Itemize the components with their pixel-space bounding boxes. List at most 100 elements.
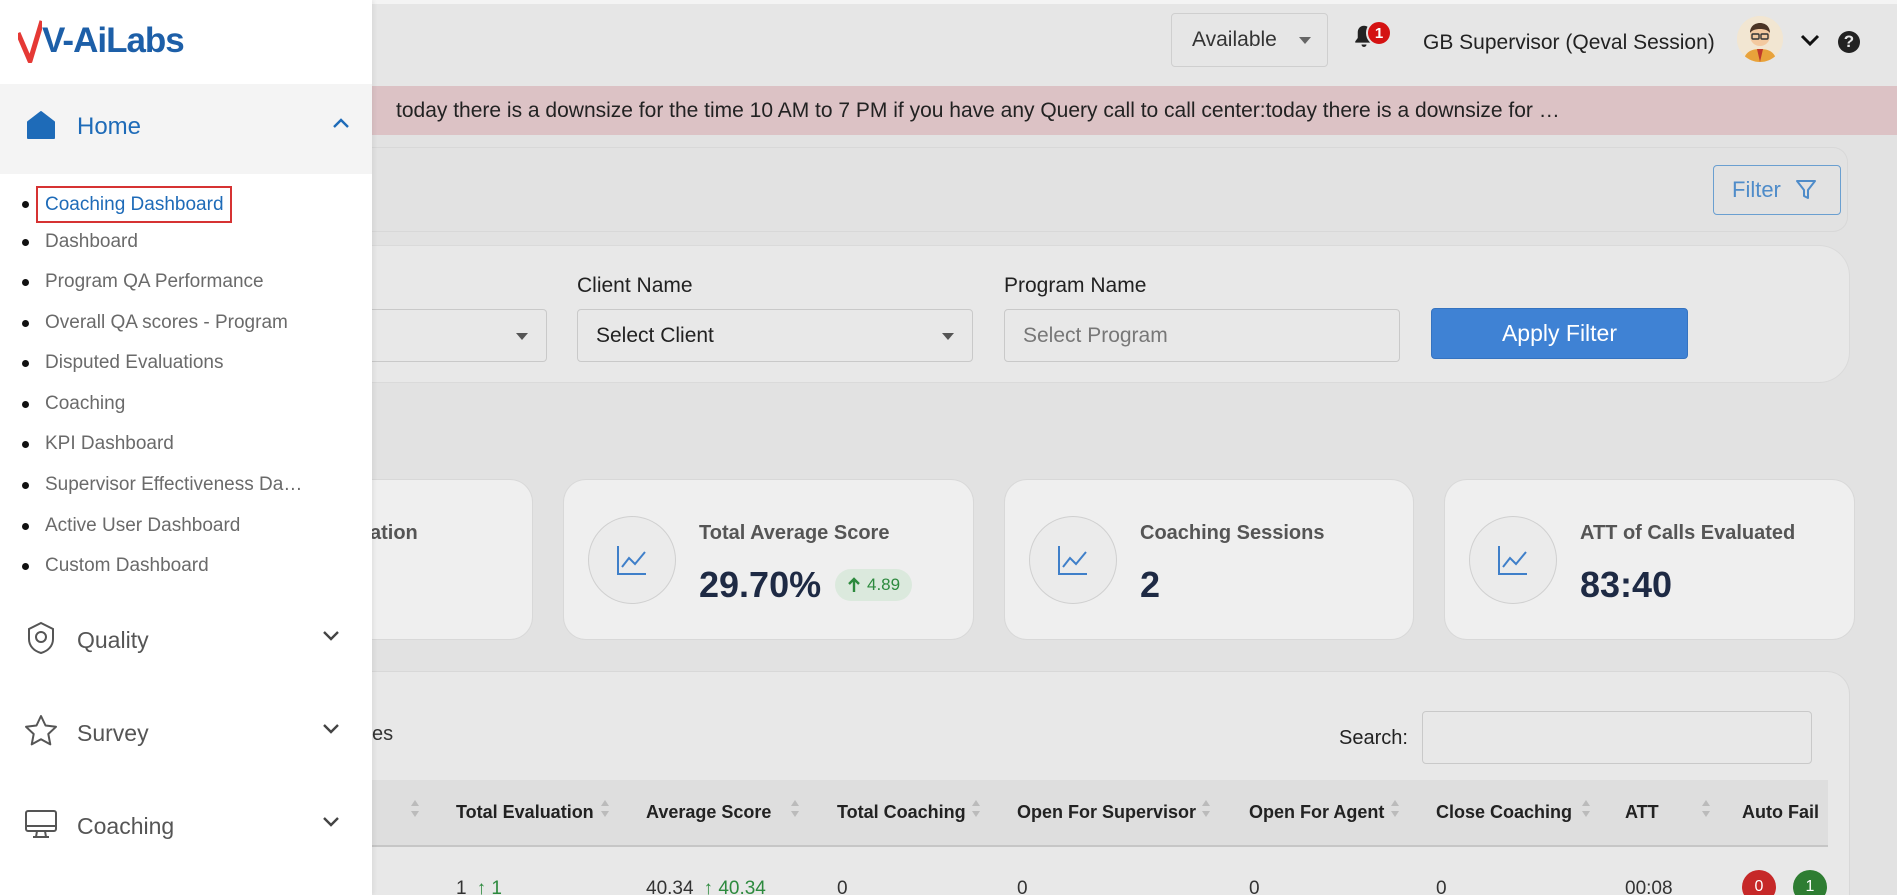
sidebar-subitem-label: Coaching [45,393,126,414]
sidebar-item-survey[interactable]: Survey [0,698,372,768]
chevron-down-icon[interactable] [1799,32,1821,48]
sidebar-subitem-coaching-dashboard[interactable]: Coaching Dashboard [22,186,232,223]
sort-icon[interactable] [1391,800,1401,822]
column-header-open-for-supervisor[interactable]: Open For Supervisor [1017,802,1196,823]
sidebar-item-label: Survey [77,720,149,746]
home-icon [27,111,55,139]
program-name-label: Program Name [1004,274,1147,297]
filter-button[interactable]: Filter [1713,165,1841,215]
cell-delta-value: 1 [491,878,502,895]
caret-down-icon [942,333,954,340]
sidebar-subitem-disputed-evaluations[interactable]: Disputed Evaluations [22,352,224,374]
client-name-label: Client Name [577,274,693,297]
cell-value: 1 [456,878,467,895]
user-name[interactable]: GB Supervisor (Qeval Session) [1423,31,1715,55]
logo[interactable]: V-AiLabs [18,16,185,66]
program-input[interactable]: Select Program [1004,309,1400,362]
question-icon[interactable]: ? [1838,31,1860,53]
availability-status-value: Available [1192,28,1277,51]
stat-card-total-average-score: Total Average Score 29.70% 4.89 [564,480,973,639]
sidebar-subitem-label: Overall QA scores - Program [45,312,288,333]
sidebar-subitem-coaching[interactable]: Coaching [22,393,125,415]
avatar[interactable] [1737,16,1783,62]
cell-close-coaching[interactable]: 0 [1436,878,1447,895]
stat-card-value: 83:40 [1580,564,1673,605]
stat-card-value: 29.70% [699,564,822,605]
sidebar-item-quality[interactable]: Quality [0,605,372,675]
bullet [22,201,29,208]
chevron-down-icon [323,724,339,734]
chevron-down-icon [323,817,339,827]
sidebar-subitem-label: Supervisor Effectiveness Da… [45,474,303,495]
sidebar-subitem-label: Dashboard [45,231,138,252]
bullet [22,319,29,327]
sidebar-subitem-kpi-dashboard[interactable]: KPI Dashboard [22,433,174,455]
stat-card-value: 2 [1140,564,1161,605]
funnel-icon [1795,180,1816,199]
bullet [22,278,29,286]
bullet [22,238,29,246]
announcement-ticker: today there is a downsize for the time 1… [372,86,1897,135]
stat-card-title: ATT of Calls Evaluated [1580,522,1796,544]
column-header-auto-fail[interactable]: Auto Fail [1742,802,1819,823]
chevron-down-icon [323,631,339,641]
column-header-total-coaching[interactable]: Total Coaching [837,802,966,823]
sidebar-subitem-active-user-dashboard[interactable]: Active User Dashboard [22,515,240,537]
sidebar-subitem-custom-dashboard[interactable]: Custom Dashboard [22,555,209,577]
logo-text: V-AiLabs [42,21,185,60]
apply-filter-button[interactable]: Apply Filter [1431,308,1688,359]
search-input[interactable] [1422,711,1812,764]
filter-button-label: Filter [1732,177,1781,202]
bullet [22,359,29,367]
column-header-average-score[interactable]: Average Score [646,802,771,823]
sidebar-subitem-label: Coaching Dashboard [36,186,232,223]
chevron-up-icon[interactable] [332,117,350,129]
sidebar-item-label: Coaching [77,813,175,839]
sidebar-item-label: Quality [77,627,149,653]
sidebar-item-home-label[interactable]: Home [77,113,141,141]
column-header-close-coaching[interactable]: Close Coaching [1436,802,1572,823]
sidebar-subitem-dashboard[interactable]: Dashboard [22,231,138,253]
sidebar-subitem-label: Disputed Evaluations [45,352,224,373]
filter-toolbar [372,148,1847,231]
sort-icon[interactable] [1702,800,1712,822]
sort-icon[interactable] [1582,800,1592,822]
sidebar-subitem-supervisor-effectiveness[interactable]: Supervisor Effectiveness Da… [22,474,302,496]
column-header-att[interactable]: ATT [1625,802,1659,823]
sidebar-item-coaching[interactable]: Coaching [0,791,372,861]
sort-icon[interactable] [1202,800,1212,822]
column-header-total-evaluation[interactable]: Total Evaluation [456,802,594,823]
logo-mark [18,20,42,63]
cell-open-for-supervisor[interactable]: 0 [1017,878,1028,895]
availability-status-select[interactable]: Available [1171,13,1328,67]
sidebar-subitem-overall-qa-scores[interactable]: Overall QA scores - Program [22,312,288,334]
cell-open-for-agent[interactable]: 0 [1249,878,1260,895]
sort-icon[interactable] [411,800,421,822]
stat-card-att-calls-evaluated: ATT of Calls Evaluated 83:40 [1445,480,1854,639]
cell-delta: ↑ 40.34 [704,878,766,895]
stat-card-coaching-sessions: Coaching Sessions 2 [1005,480,1413,639]
bullet [22,562,29,570]
sidebar-subitem-program-qa-performance[interactable]: Program QA Performance [22,271,264,293]
search-label: Search: [1339,727,1408,749]
cell-delta: ↑ 1 [477,878,502,895]
line-chart-icon [1470,517,1556,603]
sort-icon[interactable] [791,800,801,822]
cell-att: 00:08 [1625,878,1673,895]
sort-icon[interactable] [601,800,611,822]
stat-card-title: ation [370,522,418,544]
cell-total-coaching[interactable]: 0 [837,878,848,895]
sidebar-subitem-label: KPI Dashboard [45,433,174,454]
client-select[interactable]: Select Client [577,309,973,362]
notification-count-badge: 1 [1366,20,1392,46]
stat-delta-value: 4.89 [867,575,901,594]
sidebar: V-AiLabs Home Coaching Dashboard Dashboa… [0,0,372,895]
column-header-open-for-agent[interactable]: Open For Agent [1249,802,1384,823]
stat-delta-badge: 4.89 [835,569,913,601]
sidebar-subitem-label: Custom Dashboard [45,555,209,576]
program-input-placeholder: Select Program [1023,323,1168,347]
badge-gear-icon [28,621,54,655]
partial-select[interactable] [372,309,547,362]
sidebar-subitem-label: Active User Dashboard [45,515,241,536]
sort-icon[interactable] [972,800,982,822]
